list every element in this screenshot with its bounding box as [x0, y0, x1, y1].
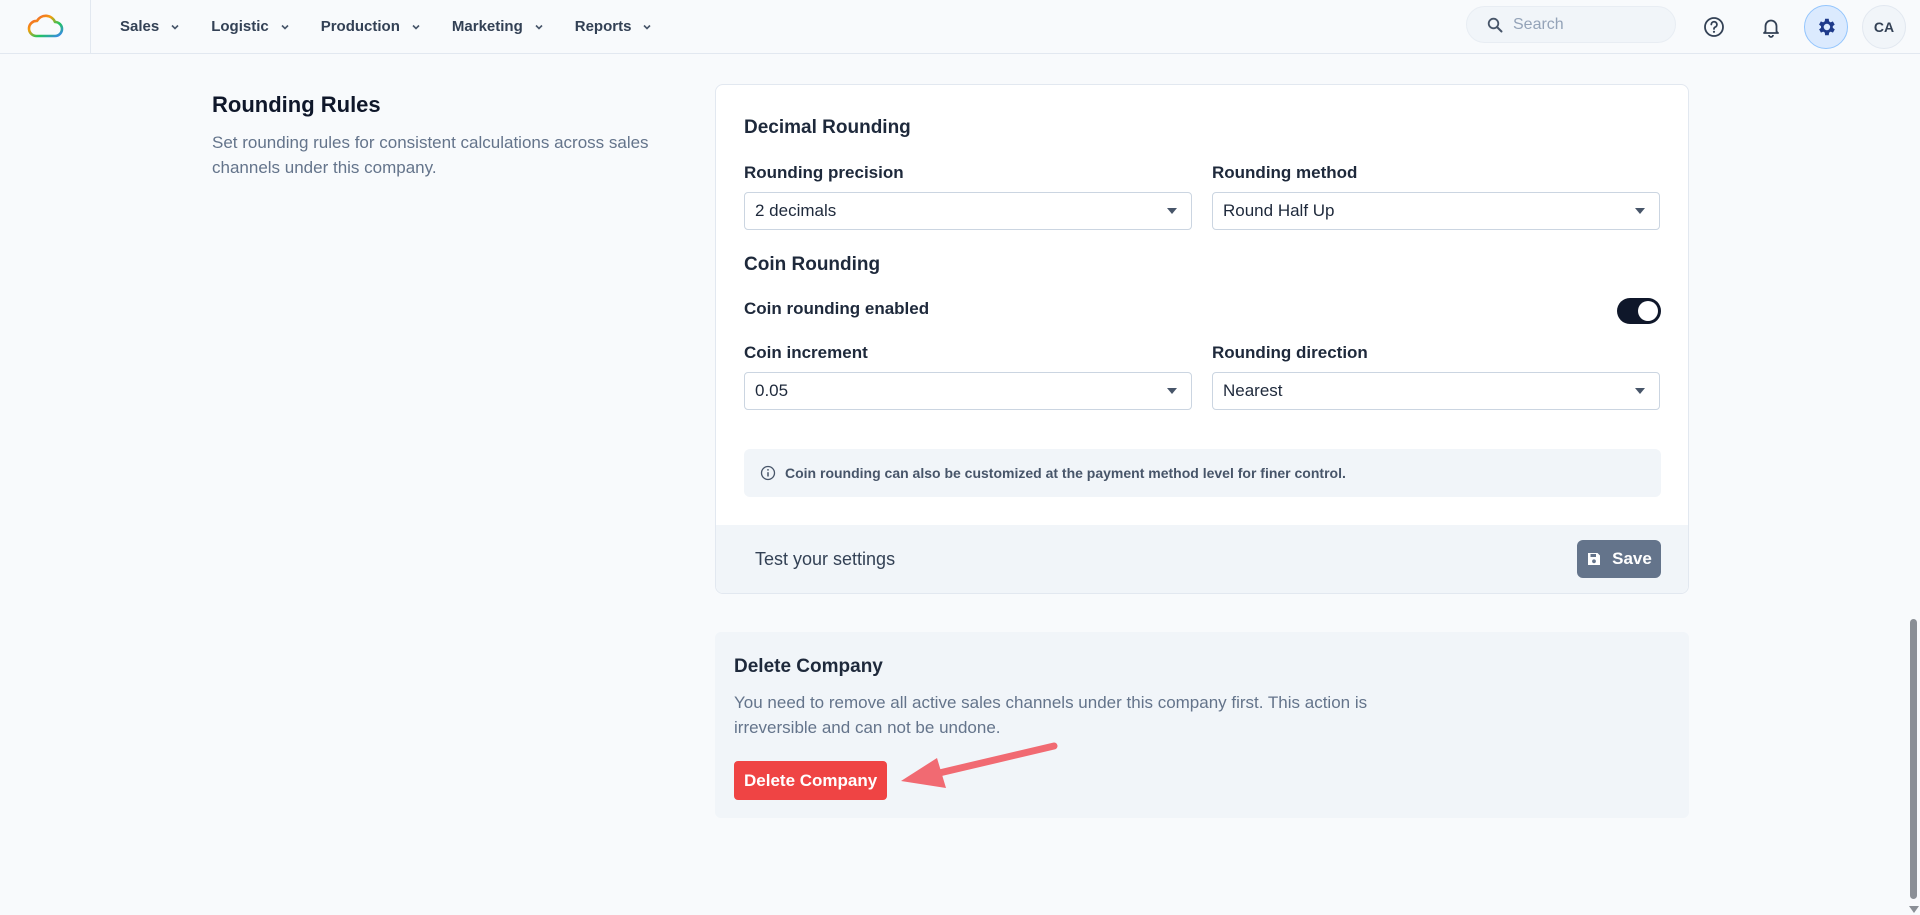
nav-item-reports[interactable]: Reports — [575, 18, 654, 35]
caret-down-icon — [1635, 208, 1645, 214]
rounding-rules-card: Decimal Rounding Rounding precision 2 de… — [715, 84, 1689, 594]
info-text: Coin rounding can also be customized at … — [785, 465, 1346, 481]
nav-item-label: Marketing — [451, 18, 523, 35]
delete-company-button-label: Delete Company — [744, 770, 878, 790]
search-input[interactable] — [1513, 15, 1663, 34]
coin-increment-label: Coin increment — [744, 343, 868, 362]
card-footer: Test your settings Save — [716, 525, 1688, 593]
nav-item-sales[interactable]: Sales — [120, 18, 181, 35]
info-icon — [760, 465, 776, 481]
cloud-logo-icon — [27, 14, 64, 37]
nav-item-production[interactable]: Production — [321, 18, 422, 35]
rounding-precision-label: Rounding precision — [744, 163, 904, 182]
avatar-initials: CA — [1873, 19, 1895, 35]
select-value: Nearest — [1223, 381, 1283, 400]
caret-down-icon — [1167, 388, 1177, 394]
test-settings-link[interactable]: Test your settings — [755, 549, 895, 570]
arrow-annotation-icon — [901, 742, 1058, 788]
select-value: 0.05 — [755, 381, 789, 400]
page-scrollbar[interactable] — [1906, 54, 1920, 915]
bell-icon — [1763, 19, 1779, 38]
nav-item-logistic[interactable]: Logistic — [211, 18, 291, 35]
scrollbar-thumb[interactable] — [1910, 619, 1917, 899]
save-button-label: Save — [1612, 549, 1652, 568]
search-box[interactable] — [1466, 6, 1676, 43]
chevron-down-icon — [643, 24, 652, 30]
gear-icon — [1819, 18, 1835, 36]
caret-down-icon — [1635, 388, 1645, 394]
top-navigation: Sales Logistic Production Marketing Repo… — [0, 0, 1920, 54]
delete-company-button[interactable]: Delete Company — [734, 761, 888, 800]
rounding-method-label: Rounding method — [1212, 163, 1358, 182]
settings-button[interactable] — [1804, 5, 1848, 49]
caret-down-icon — [1167, 208, 1177, 214]
save-icon — [1588, 553, 1601, 565]
select-value: Round Half Up — [1223, 201, 1335, 220]
nav-item-label: Logistic — [211, 18, 269, 35]
rounding-direction-label: Rounding direction — [1212, 343, 1368, 362]
nav-item-label: Sales — [120, 18, 160, 35]
chevron-down-icon — [535, 24, 543, 30]
coin-increment-select[interactable]: 0.05 — [744, 372, 1192, 410]
delete-company-description: You need to remove all active sales chan… — [734, 693, 1368, 737]
rounding-method-select[interactable]: Round Half Up — [1212, 192, 1660, 230]
nav-item-label: Reports — [574, 18, 632, 35]
help-icon — [1704, 17, 1724, 37]
avatar[interactable]: CA — [1862, 5, 1906, 49]
save-button[interactable]: Save — [1577, 540, 1661, 578]
logo[interactable] — [0, 0, 91, 54]
chevron-down-icon — [281, 24, 289, 30]
main-nav: Sales Logistic Production Marketing Repo… — [120, 18, 683, 35]
nav-item-label: Production — [320, 18, 400, 35]
chevron-down-icon — [412, 24, 420, 30]
delete-company-panel: Delete Company You need to remove all ac… — [715, 632, 1689, 818]
coin-rounding-title: Coin Rounding — [744, 254, 881, 275]
section-title: Rounding Rules — [212, 92, 381, 117]
coin-rounding-toggle[interactable] — [1617, 298, 1661, 324]
section-description: Set rounding rules for consistent calcul… — [212, 133, 649, 177]
nav-item-marketing[interactable]: Marketing — [452, 18, 545, 35]
decimal-rounding-title: Decimal Rounding — [744, 117, 911, 138]
delete-company-title: Delete Company — [734, 656, 883, 677]
scroll-down-arrow-icon[interactable] — [1909, 906, 1919, 913]
help-button[interactable] — [1692, 5, 1736, 49]
search-icon — [1487, 17, 1503, 32]
rounding-direction-select[interactable]: Nearest — [1212, 372, 1660, 410]
notifications-button[interactable] — [1749, 5, 1793, 49]
chevron-down-icon — [171, 24, 179, 30]
coin-rounding-info: Coin rounding can also be customized at … — [744, 449, 1661, 497]
coin-rounding-enabled-label: Coin rounding enabled — [744, 299, 930, 318]
select-value: 2 decimals — [755, 201, 837, 220]
rounding-precision-select[interactable]: 2 decimals — [744, 192, 1192, 230]
toggle-knob — [1638, 301, 1658, 321]
